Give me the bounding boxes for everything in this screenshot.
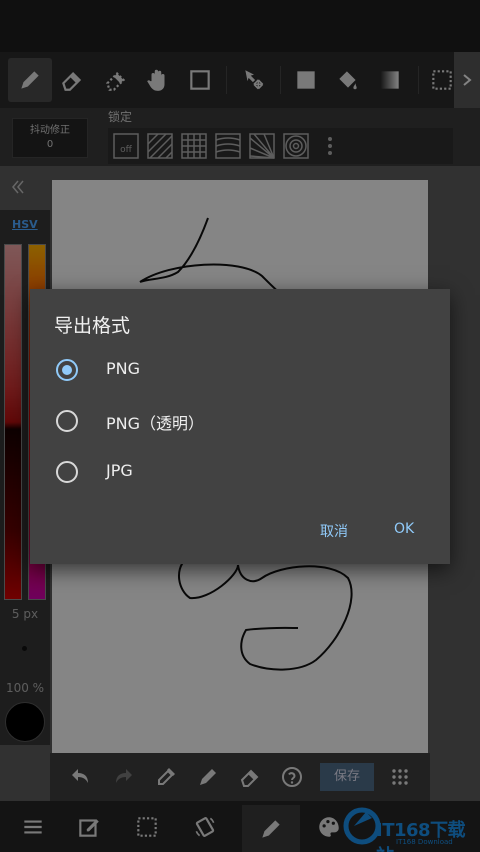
- dialog-title: 导出格式: [54, 315, 131, 337]
- option-label-png-transparent: PNG（透明）: [106, 414, 205, 433]
- cancel-button[interactable]: 取消: [320, 521, 348, 541]
- radio-png[interactable]: [56, 359, 78, 381]
- option-png[interactable]: PNG: [30, 345, 450, 395]
- export-format-dialog: 导出格式 PNG PNG（透明） JPG 取消 OK: [30, 289, 450, 564]
- ok-button[interactable]: OK: [394, 521, 414, 537]
- option-label-png: PNG: [106, 359, 141, 378]
- option-jpg[interactable]: JPG: [30, 447, 450, 497]
- radio-png-transparent[interactable]: [56, 410, 78, 432]
- radio-jpg[interactable]: [56, 461, 78, 483]
- option-png-transparent[interactable]: PNG（透明）: [30, 396, 450, 446]
- option-label-jpg: JPG: [106, 461, 133, 480]
